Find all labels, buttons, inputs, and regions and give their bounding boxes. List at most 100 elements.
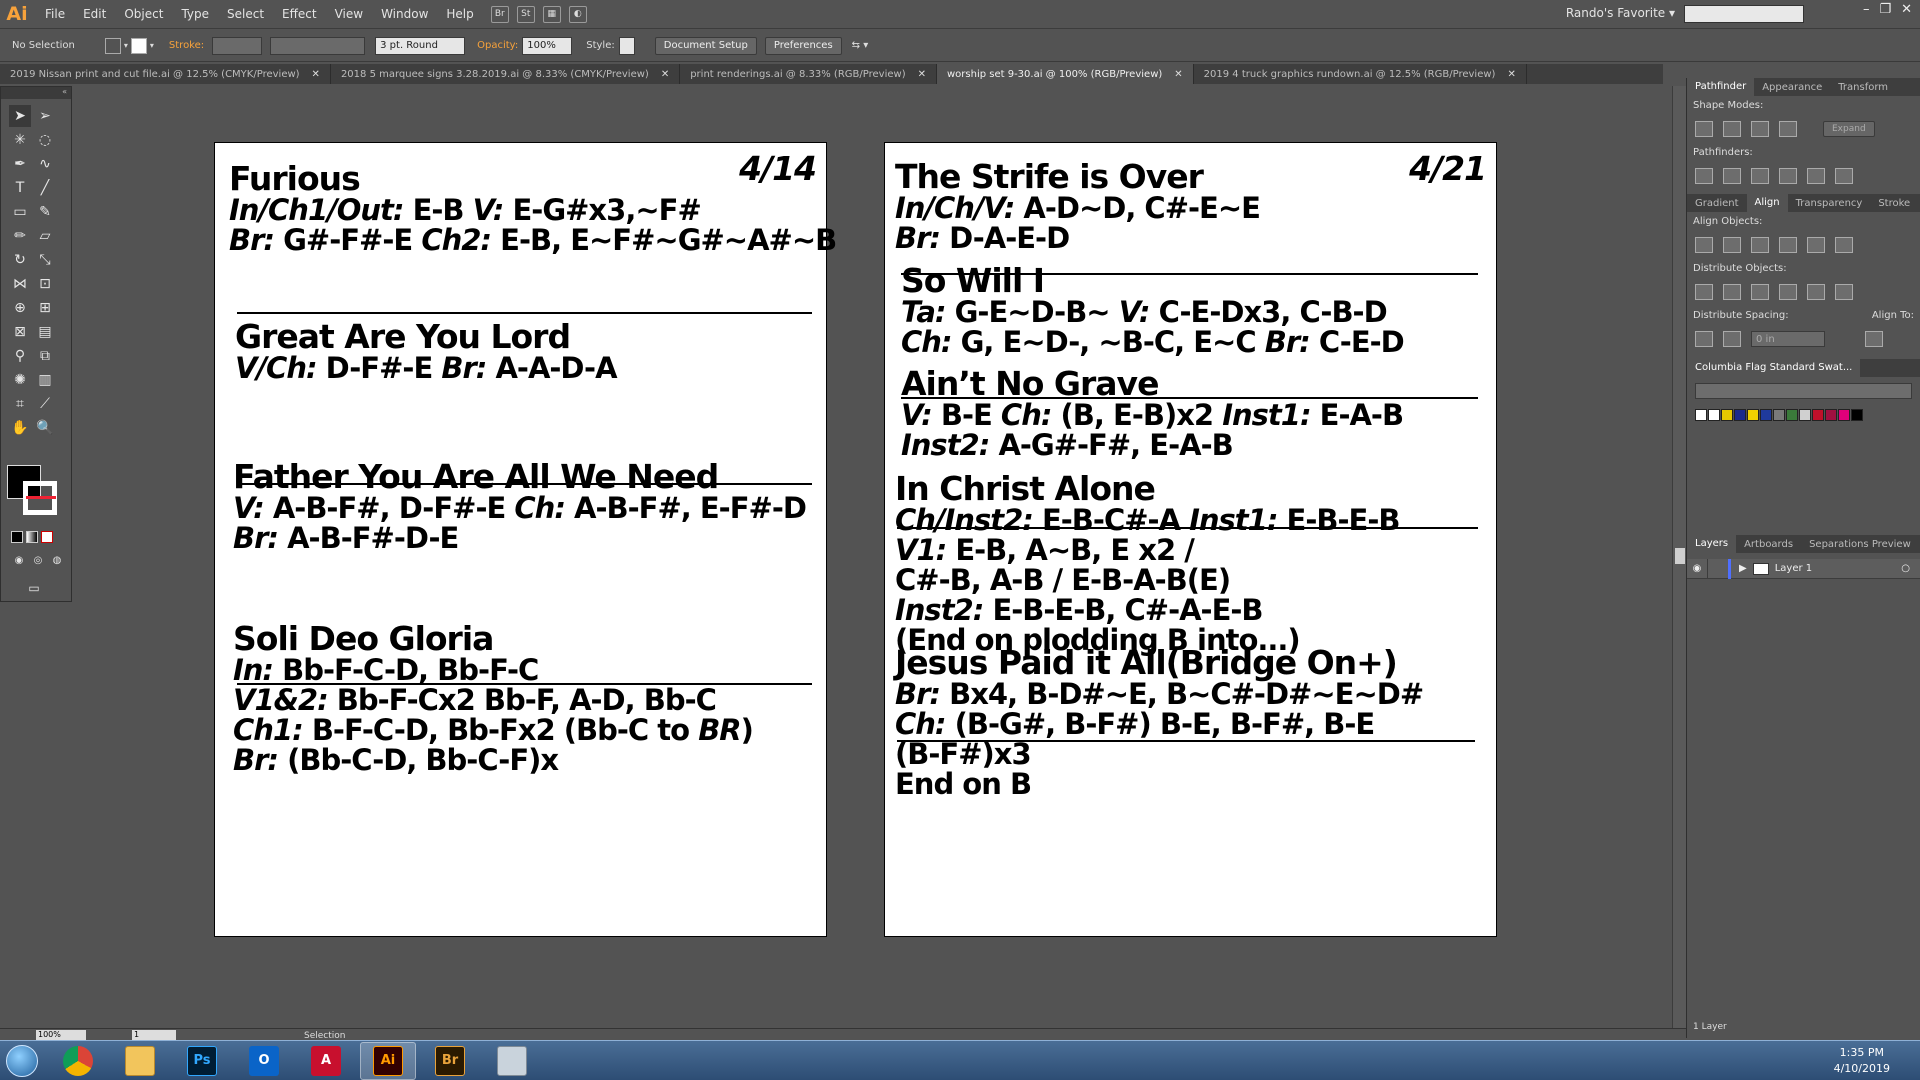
brush-definition-field[interactable]: 3 pt. Round [375,36,466,55]
rotate-tool-icon[interactable]: ↻ [9,249,31,271]
close-icon[interactable]: ✕ [1507,69,1515,80]
transform-again-icon[interactable]: ⇆ ▾ [852,40,869,51]
menu-window[interactable]: Window [372,0,437,29]
slice-tool-icon[interactable]: ⟋ [34,393,56,415]
menu-view[interactable]: View [326,0,372,29]
search-stock-input[interactable] [1684,5,1804,23]
fill-swatch[interactable] [104,37,121,54]
system-clock[interactable]: 1:35 PM 4/10/2019 [1834,1045,1890,1077]
lasso-tool-icon[interactable]: ◌ [34,129,56,151]
type-tool-icon[interactable]: T [9,177,31,199]
color-swatch[interactable] [1760,409,1772,421]
spacing-value-field[interactable]: 0 in [1751,331,1825,347]
stroke-color-box[interactable] [23,481,57,515]
outlook-taskbar-button[interactable]: O [236,1042,292,1080]
align-to-selection-icon[interactable] [1865,331,1883,347]
menu-effect[interactable]: Effect [273,0,326,29]
stroke-weight-field[interactable] [212,36,263,55]
minus-front-icon[interactable] [1723,121,1741,137]
distribute-top-icon[interactable] [1695,284,1713,300]
style-field[interactable] [618,36,635,55]
document-tab[interactable]: 2018 5 marquee signs 3.28.2019.ai @ 8.33… [331,64,681,84]
screen-mode-icon[interactable]: ▭ [23,577,45,599]
scale-tool-icon[interactable]: ⤡ [34,249,56,271]
gpu-performance-icon[interactable]: ◐ [568,5,587,23]
menu-help[interactable]: Help [437,0,482,29]
curvature-tool-icon[interactable]: ∿ [34,153,56,175]
horizontal-spacing-icon[interactable] [1723,331,1741,347]
vertical-scrollbar[interactable] [1672,86,1686,1028]
opacity-field[interactable]: 100% [522,36,573,55]
align-hcenter-icon[interactable] [1723,237,1741,253]
chrome-taskbar-button[interactable] [50,1042,106,1080]
chevron-down-icon[interactable]: ▾ [124,41,128,50]
photoshop-taskbar-button[interactable]: Ps [174,1042,230,1080]
intersect-icon[interactable] [1751,121,1769,137]
artboard-4-14[interactable]: 4/14 Furious In/Ch1/Out: E-B V: E-G#x3,~F… [214,142,837,937]
color-swatch[interactable] [1721,409,1733,421]
panel-tab[interactable]: Layers [1687,535,1737,553]
pencil-tool-icon[interactable]: ✏ [9,225,31,247]
close-icon[interactable]: ✕ [661,69,669,80]
panel-tab[interactable]: Artboards [1736,539,1801,550]
color-swatch[interactable] [1812,409,1824,421]
color-swatch[interactable] [1695,409,1707,421]
color-swatch[interactable] [1747,409,1759,421]
stroke-swatch[interactable] [130,37,147,54]
panel-tab[interactable]: Transform [1830,82,1896,93]
panel-tab[interactable]: Transparency [1788,198,1871,209]
document-tab[interactable]: 2019 4 truck graphics rundown.ai @ 12.5%… [1194,64,1527,84]
width-tool-icon[interactable]: ⋈ [9,273,31,295]
distribute-bottom-icon[interactable] [1751,284,1769,300]
bridge-button[interactable]: Br [490,5,509,23]
merge-icon[interactable] [1751,168,1769,184]
explorer-taskbar-button[interactable] [112,1042,168,1080]
color-mode-icon[interactable] [11,531,23,543]
minimize-icon[interactable]: – [1863,2,1870,17]
column-graph-tool-icon[interactable]: ▥ [34,369,56,391]
color-swatch[interactable] [1734,409,1746,421]
color-swatch[interactable] [1773,409,1785,421]
draw-behind-icon[interactable]: ◎ [30,553,46,567]
opacity-label[interactable]: Opacity: [477,40,518,51]
layer-row[interactable]: ◉ ▶ Layer 1 ○ [1687,558,1920,579]
eraser-tool-icon[interactable]: ▱ [34,225,56,247]
status-mode[interactable]: Selection [304,1031,345,1041]
artboard-4-21[interactable]: 4/21 The Strife is Over In/Ch/V: A-D~D, C… [884,142,1497,937]
swatch-search-input[interactable] [1695,383,1912,399]
stroke-label[interactable]: Stroke: [169,40,204,51]
menu-edit[interactable]: Edit [74,0,115,29]
scroll-thumb[interactable] [1675,548,1685,564]
close-icon[interactable]: ✕ [312,69,320,80]
draw-inside-icon[interactable]: ◍ [49,553,65,567]
menu-file[interactable]: File [36,0,74,29]
trim-icon[interactable] [1723,168,1741,184]
perspective-grid-tool-icon[interactable]: ⊞ [34,297,56,319]
eye-icon[interactable]: ◉ [1687,563,1707,574]
distribute-left-icon[interactable] [1779,284,1797,300]
color-swatch[interactable] [1786,409,1798,421]
distribute-vcenter-icon[interactable] [1723,284,1741,300]
document-tab[interactable]: print renderings.ai @ 8.33% (RGB/Preview… [680,64,937,84]
acrobat-taskbar-button[interactable]: A [298,1042,354,1080]
eyedropper-tool-icon[interactable]: ⚲ [9,345,31,367]
document-tab[interactable]: worship set 9-30.ai @ 100% (RGB/Preview)… [936,64,1194,84]
align-left-icon[interactable] [1695,237,1713,253]
panel-tab[interactable]: Align [1746,194,1788,212]
pen-tool-icon[interactable]: ✒ [9,153,31,175]
draw-normal-icon[interactable]: ◉ [11,553,27,567]
document-tab[interactable]: 2019 Nissan print and cut file.ai @ 12.5… [0,64,331,84]
align-bottom-icon[interactable] [1835,237,1853,253]
panel-tab[interactable]: Gradient [1687,198,1747,209]
layer-name[interactable]: Layer 1 [1775,563,1812,574]
minus-back-icon[interactable] [1835,168,1853,184]
zoom-tool-icon[interactable]: 🔍 [34,417,56,439]
illustrator-taskbar-button[interactable]: Ai [360,1041,416,1080]
workspace-switcher[interactable]: Rando's Favorite ▾ [1566,6,1675,20]
shape-builder-tool-icon[interactable]: ⊕ [9,297,31,319]
line-tool-icon[interactable]: ╱ [34,177,56,199]
align-top-icon[interactable] [1779,237,1797,253]
menu-object[interactable]: Object [115,0,172,29]
close-icon[interactable]: ✕ [918,69,926,80]
panel-tab[interactable]: Separations Preview [1801,539,1919,550]
